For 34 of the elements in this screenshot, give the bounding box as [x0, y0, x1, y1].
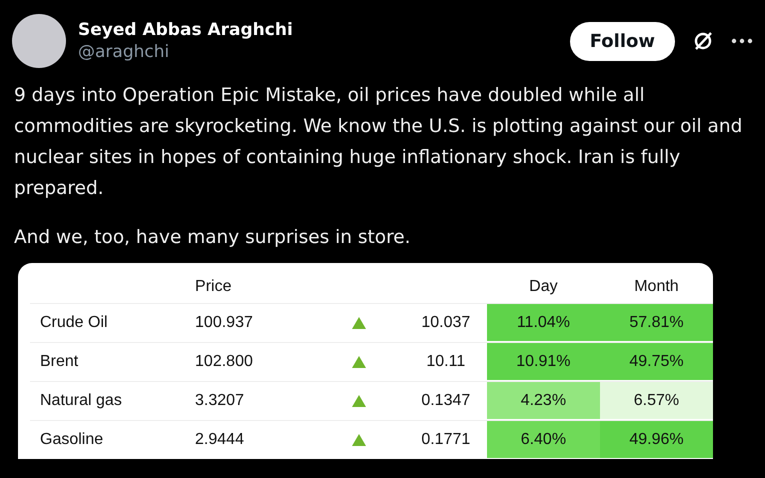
table-cell: 49.75% [600, 343, 713, 381]
more-icon[interactable] [731, 38, 753, 44]
author-name[interactable]: Seyed Abbas Araghchi [78, 20, 558, 40]
table-cell: 49.96% [600, 421, 713, 459]
avatar[interactable] [12, 14, 66, 68]
post-text: And we, too, have many surprises in store. [14, 226, 412, 250]
table-cell: 57.81% [600, 304, 713, 342]
table-cell-text: Brent [39, 352, 80, 372]
table-cell-text: Crude Oil [39, 313, 109, 333]
table-cell-text: 2.9444 [195, 430, 245, 450]
column-header: Day [528, 277, 559, 297]
table-cell-text: 10.11 [425, 352, 466, 372]
table-cell: 6.57% [600, 382, 713, 420]
up-triangle-icon [352, 317, 366, 329]
table-cell-text: 0.1771 [420, 430, 472, 450]
table-cell-text: 3.3207 [195, 391, 245, 411]
table-cell: 10.91% [486, 343, 600, 381]
column-header: Price [195, 277, 232, 297]
table-cell-text: Gasoline [39, 430, 104, 450]
table-cell-text: Natural gas [39, 391, 123, 411]
table-cell-text: 0.1347 [420, 391, 472, 411]
up-triangle-icon [352, 395, 366, 407]
author-handle[interactable]: @araghchi [78, 42, 558, 62]
table-cell-text: 102.800 [195, 352, 254, 372]
up-triangle-icon [352, 434, 366, 446]
follow-button[interactable]: Follow [570, 22, 675, 60]
post-text: 9 days into Operation Epic Mistake, oil prices have doubled while all commodities are skyrocketing. We know the U.S. is plotting against our oil and nuclear sites in hopes of containing huge inflationary shock. Iran is fully prepared. [14, 84, 744, 201]
table-cell: 11.04% [486, 304, 600, 342]
table-cell: 6.40% [486, 421, 600, 459]
table-cell: 4.23% [486, 382, 600, 420]
table-cell-text: 10.037 [420, 313, 472, 333]
column-header: Month [633, 277, 680, 297]
up-triangle-icon [352, 356, 366, 368]
table-cell-text: 100.937 [195, 313, 254, 333]
